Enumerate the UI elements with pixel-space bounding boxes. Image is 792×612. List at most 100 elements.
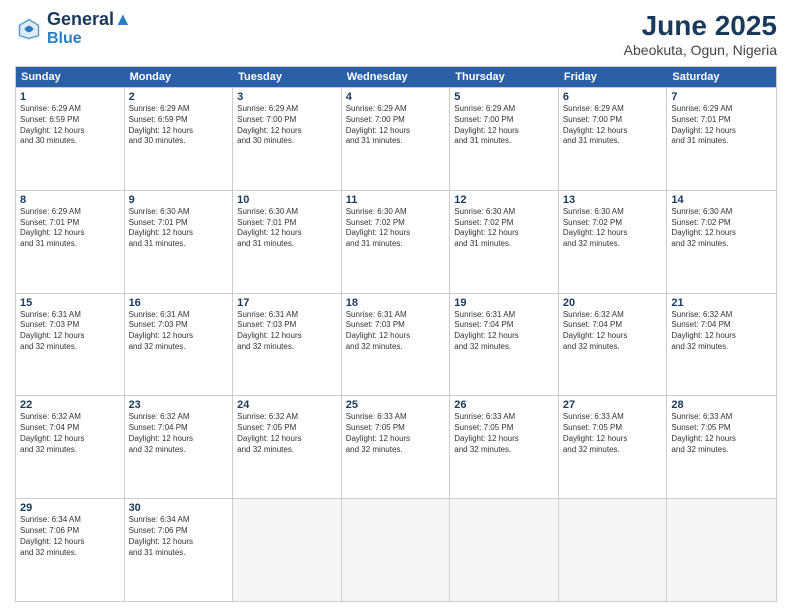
day-cell-1: 1Sunrise: 6:29 AMSunset: 6:59 PMDaylight… [16,88,125,190]
week-row-3: 22Sunrise: 6:32 AMSunset: 7:04 PMDayligh… [16,395,776,498]
day-info: Sunrise: 6:30 AMSunset: 7:01 PMDaylight:… [237,207,337,250]
calendar: SundayMondayTuesdayWednesdayThursdayFrid… [15,66,777,602]
day-cell-23: 23Sunrise: 6:32 AMSunset: 7:04 PMDayligh… [125,396,234,498]
day-number: 12 [454,194,554,206]
day-number: 3 [237,91,337,103]
header-day-friday: Friday [559,67,668,87]
day-info: Sunrise: 6:33 AMSunset: 7:05 PMDaylight:… [454,412,554,455]
day-info: Sunrise: 6:34 AMSunset: 7:06 PMDaylight:… [20,515,120,558]
title-block: June 2025 Abeokuta, Ogun, Nigeria [624,10,777,58]
week-row-1: 8Sunrise: 6:29 AMSunset: 7:01 PMDaylight… [16,190,776,293]
day-info: Sunrise: 6:30 AMSunset: 7:01 PMDaylight:… [129,207,229,250]
empty-cell [233,499,342,601]
day-cell-30: 30Sunrise: 6:34 AMSunset: 7:06 PMDayligh… [125,499,234,601]
day-number: 10 [237,194,337,206]
header-day-tuesday: Tuesday [233,67,342,87]
calendar-body: 1Sunrise: 6:29 AMSunset: 6:59 PMDaylight… [16,87,776,601]
day-info: Sunrise: 6:32 AMSunset: 7:04 PMDaylight:… [129,412,229,455]
day-cell-26: 26Sunrise: 6:33 AMSunset: 7:05 PMDayligh… [450,396,559,498]
day-number: 1 [20,91,120,103]
day-number: 17 [237,297,337,309]
header-day-monday: Monday [125,67,234,87]
day-info: Sunrise: 6:29 AMSunset: 7:00 PMDaylight:… [237,104,337,147]
day-cell-29: 29Sunrise: 6:34 AMSunset: 7:06 PMDayligh… [16,499,125,601]
day-cell-5: 5Sunrise: 6:29 AMSunset: 7:00 PMDaylight… [450,88,559,190]
header: General▲ Blue June 2025 Abeokuta, Ogun, … [15,10,777,58]
empty-cell [559,499,668,601]
day-cell-11: 11Sunrise: 6:30 AMSunset: 7:02 PMDayligh… [342,191,451,293]
day-number: 22 [20,399,120,411]
day-number: 26 [454,399,554,411]
day-cell-17: 17Sunrise: 6:31 AMSunset: 7:03 PMDayligh… [233,294,342,396]
day-info: Sunrise: 6:33 AMSunset: 7:05 PMDaylight:… [346,412,446,455]
day-number: 14 [671,194,772,206]
day-cell-14: 14Sunrise: 6:30 AMSunset: 7:02 PMDayligh… [667,191,776,293]
day-cell-19: 19Sunrise: 6:31 AMSunset: 7:04 PMDayligh… [450,294,559,396]
day-number: 18 [346,297,446,309]
day-cell-28: 28Sunrise: 6:33 AMSunset: 7:05 PMDayligh… [667,396,776,498]
logo-text: General▲ Blue [47,10,132,47]
day-cell-9: 9Sunrise: 6:30 AMSunset: 7:01 PMDaylight… [125,191,234,293]
day-info: Sunrise: 6:32 AMSunset: 7:04 PMDaylight:… [671,310,772,353]
day-cell-12: 12Sunrise: 6:30 AMSunset: 7:02 PMDayligh… [450,191,559,293]
day-cell-6: 6Sunrise: 6:29 AMSunset: 7:00 PMDaylight… [559,88,668,190]
day-info: Sunrise: 6:33 AMSunset: 7:05 PMDaylight:… [563,412,663,455]
day-cell-2: 2Sunrise: 6:29 AMSunset: 6:59 PMDaylight… [125,88,234,190]
day-number: 27 [563,399,663,411]
logo-icon [15,15,43,43]
day-number: 8 [20,194,120,206]
day-cell-27: 27Sunrise: 6:33 AMSunset: 7:05 PMDayligh… [559,396,668,498]
day-info: Sunrise: 6:29 AMSunset: 7:01 PMDaylight:… [671,104,772,147]
day-info: Sunrise: 6:34 AMSunset: 7:06 PMDaylight:… [129,515,229,558]
day-cell-15: 15Sunrise: 6:31 AMSunset: 7:03 PMDayligh… [16,294,125,396]
day-number: 24 [237,399,337,411]
day-info: Sunrise: 6:30 AMSunset: 7:02 PMDaylight:… [563,207,663,250]
month-title: June 2025 [624,10,777,42]
day-number: 25 [346,399,446,411]
day-info: Sunrise: 6:29 AMSunset: 6:59 PMDaylight:… [20,104,120,147]
day-info: Sunrise: 6:29 AMSunset: 7:00 PMDaylight:… [563,104,663,147]
day-number: 19 [454,297,554,309]
empty-cell [667,499,776,601]
day-number: 30 [129,502,229,514]
day-cell-3: 3Sunrise: 6:29 AMSunset: 7:00 PMDaylight… [233,88,342,190]
calendar-header: SundayMondayTuesdayWednesdayThursdayFrid… [16,67,776,87]
day-number: 16 [129,297,229,309]
day-info: Sunrise: 6:29 AMSunset: 6:59 PMDaylight:… [129,104,229,147]
day-cell-22: 22Sunrise: 6:32 AMSunset: 7:04 PMDayligh… [16,396,125,498]
day-number: 2 [129,91,229,103]
day-cell-8: 8Sunrise: 6:29 AMSunset: 7:01 PMDaylight… [16,191,125,293]
day-number: 29 [20,502,120,514]
day-number: 21 [671,297,772,309]
day-number: 9 [129,194,229,206]
day-info: Sunrise: 6:29 AMSunset: 7:00 PMDaylight:… [346,104,446,147]
week-row-2: 15Sunrise: 6:31 AMSunset: 7:03 PMDayligh… [16,293,776,396]
day-cell-16: 16Sunrise: 6:31 AMSunset: 7:03 PMDayligh… [125,294,234,396]
day-info: Sunrise: 6:30 AMSunset: 7:02 PMDaylight:… [346,207,446,250]
day-info: Sunrise: 6:32 AMSunset: 7:04 PMDaylight:… [563,310,663,353]
logo: General▲ Blue [15,10,132,47]
header-day-sunday: Sunday [16,67,125,87]
day-cell-20: 20Sunrise: 6:32 AMSunset: 7:04 PMDayligh… [559,294,668,396]
day-info: Sunrise: 6:30 AMSunset: 7:02 PMDaylight:… [454,207,554,250]
day-info: Sunrise: 6:30 AMSunset: 7:02 PMDaylight:… [671,207,772,250]
day-info: Sunrise: 6:31 AMSunset: 7:03 PMDaylight:… [20,310,120,353]
day-cell-21: 21Sunrise: 6:32 AMSunset: 7:04 PMDayligh… [667,294,776,396]
week-row-0: 1Sunrise: 6:29 AMSunset: 6:59 PMDaylight… [16,87,776,190]
day-cell-4: 4Sunrise: 6:29 AMSunset: 7:00 PMDaylight… [342,88,451,190]
day-info: Sunrise: 6:31 AMSunset: 7:03 PMDaylight:… [346,310,446,353]
day-info: Sunrise: 6:29 AMSunset: 7:00 PMDaylight:… [454,104,554,147]
day-info: Sunrise: 6:32 AMSunset: 7:04 PMDaylight:… [20,412,120,455]
day-info: Sunrise: 6:31 AMSunset: 7:04 PMDaylight:… [454,310,554,353]
day-info: Sunrise: 6:29 AMSunset: 7:01 PMDaylight:… [20,207,120,250]
day-cell-10: 10Sunrise: 6:30 AMSunset: 7:01 PMDayligh… [233,191,342,293]
day-number: 11 [346,194,446,206]
location: Abeokuta, Ogun, Nigeria [624,42,777,58]
empty-cell [342,499,451,601]
page: General▲ Blue June 2025 Abeokuta, Ogun, … [0,0,792,612]
header-day-thursday: Thursday [450,67,559,87]
header-day-wednesday: Wednesday [342,67,451,87]
day-number: 23 [129,399,229,411]
day-number: 15 [20,297,120,309]
day-info: Sunrise: 6:31 AMSunset: 7:03 PMDaylight:… [129,310,229,353]
